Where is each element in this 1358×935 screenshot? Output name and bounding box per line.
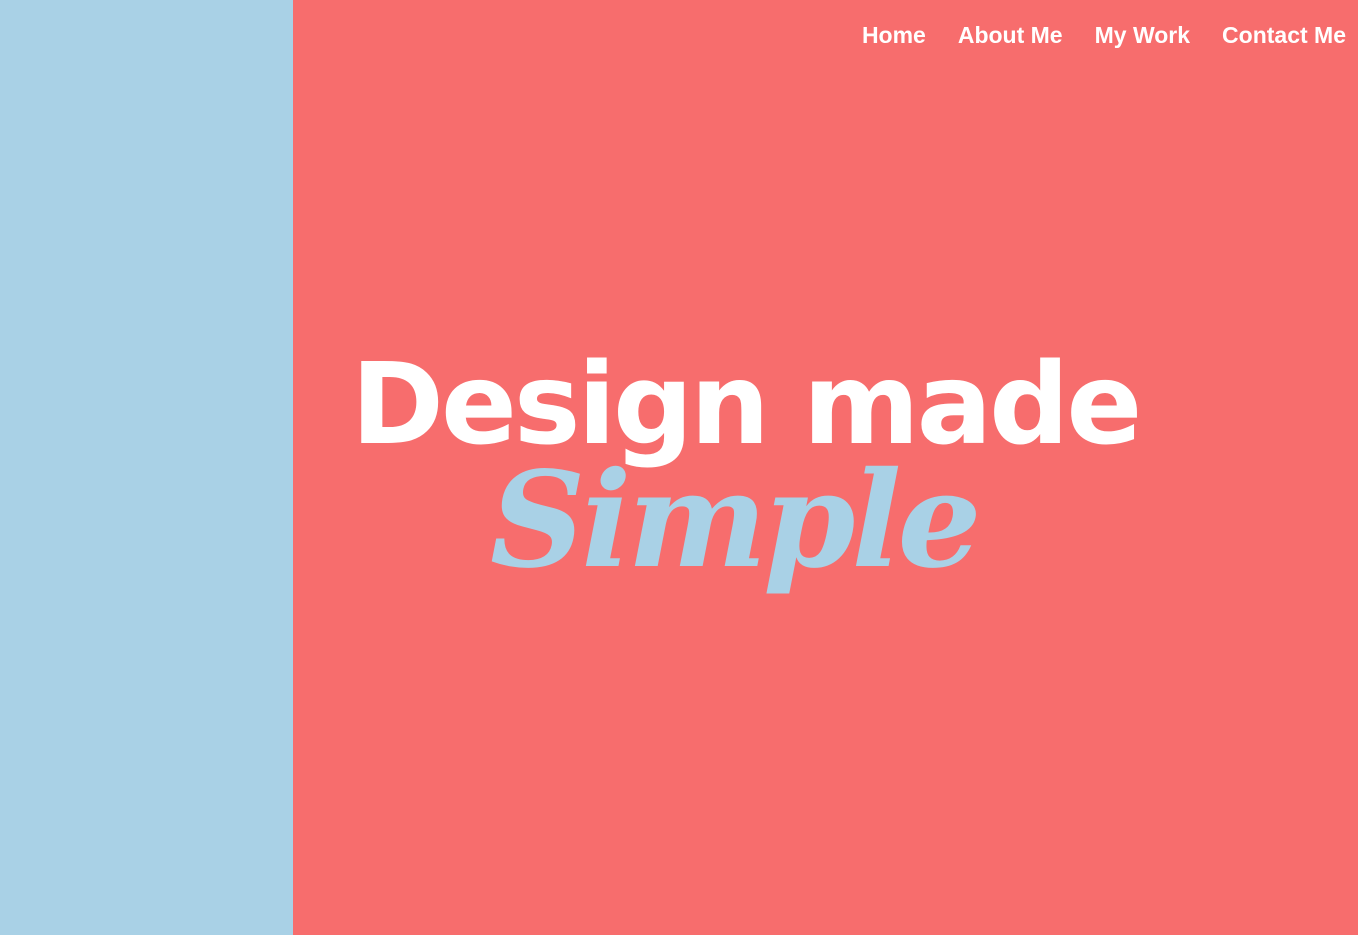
nav-contact-me-link[interactable]: Contact Me [1222, 20, 1346, 50]
top-nav: Home About Me My Work Contact Me [862, 20, 1346, 50]
hero-script-word: Simple [490, 443, 982, 598]
left-panel [0, 0, 293, 935]
nav-my-work-link[interactable]: My Work [1095, 20, 1190, 50]
nav-about-me-link[interactable]: About Me [958, 20, 1063, 50]
nav-home-link[interactable]: Home [862, 20, 926, 50]
